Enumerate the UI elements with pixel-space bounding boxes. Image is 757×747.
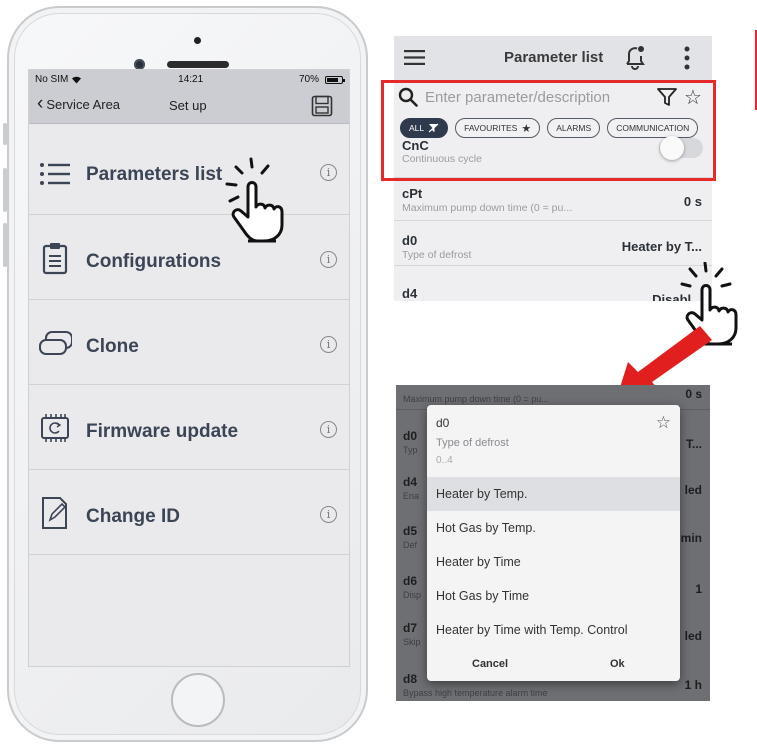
battery-icon	[324, 75, 345, 84]
list-icon	[40, 163, 70, 185]
background-code: d6	[403, 574, 418, 588]
edit-document-icon	[42, 497, 67, 529]
app-bar: Parameter list	[394, 36, 712, 80]
info-icon[interactable]: i	[320, 421, 337, 438]
proximity-sensor	[194, 37, 201, 44]
info-icon[interactable]: i	[320, 251, 337, 268]
background-code: d4	[403, 475, 418, 489]
parameter-value: 0 s	[683, 194, 702, 209]
more-options-icon[interactable]	[684, 46, 690, 70]
option-heater-by-time-with-temp-control[interactable]: Heater by Time with Temp. Control	[427, 613, 680, 647]
navigation-bar: ‹ Service Area Set up	[29, 89, 349, 124]
background-description: Bypass high temperature alarm time	[403, 688, 548, 698]
volume-up-button	[3, 168, 7, 212]
menu-label: Firmware update	[86, 421, 239, 442]
save-icon[interactable]	[311, 95, 333, 117]
dialog-parameter-range: 0..4	[436, 455, 453, 466]
menu-item-firmware-update[interactable]: Firmware update i	[29, 385, 349, 470]
option-heater-by-temp[interactable]: Heater by Temp.	[427, 477, 680, 511]
background-value: 0 s	[685, 387, 702, 401]
parameter-row-cpt[interactable]: cPt Maximum pump down time (0 = pu... 0 …	[394, 179, 712, 221]
ok-button[interactable]: Ok	[610, 658, 625, 670]
menu-item-change-id[interactable]: Change ID i	[29, 470, 349, 555]
background-description: Maximum pump down time (0 = pu...	[403, 394, 549, 404]
option-hot-gas-by-temp[interactable]: Hot Gas by Temp.	[427, 511, 680, 545]
chip-icon	[41, 414, 69, 442]
menu-label: Change ID	[86, 506, 180, 527]
hamburger-menu-icon[interactable]	[404, 50, 425, 65]
volume-down-button	[3, 223, 7, 267]
background-value: min	[680, 531, 702, 545]
info-icon[interactable]: i	[320, 336, 337, 353]
battery-percent: 70%	[298, 74, 319, 85]
background-value: 1	[695, 582, 702, 596]
status-bar: No SIM 14:21 70%	[29, 70, 349, 89]
option-heater-by-time[interactable]: Heater by Time	[427, 545, 680, 579]
dialog-parameter-code: d0	[436, 416, 450, 430]
menu-label: Configurations	[86, 251, 222, 272]
mute-switch	[3, 123, 7, 145]
carrier-label: No SIM	[35, 74, 69, 85]
menu-label: Parameters list	[86, 164, 223, 185]
parameter-value: Heater by T...	[621, 239, 702, 254]
page-title: Set up	[169, 98, 207, 113]
parameter-description: Maximum pump down time (0 = pu...	[402, 202, 573, 214]
parameter-description: Type of defrost	[402, 249, 472, 261]
background-code: d8	[403, 672, 418, 686]
info-icon[interactable]: i	[320, 164, 337, 181]
background-description: Typ	[403, 445, 418, 455]
background-value: 1 h	[684, 678, 702, 692]
background-code: d0	[403, 429, 418, 443]
parameter-code: d0	[402, 233, 418, 248]
background-code: d7	[403, 621, 418, 635]
cancel-button[interactable]: Cancel	[472, 658, 508, 670]
defrost-type-screen: Maximum pump down time (0 = pu... 0 s d0…	[396, 385, 710, 701]
parameter-row-d4[interactable]: d4 Disabl...	[394, 266, 712, 301]
clone-icon	[39, 331, 72, 355]
parameter-code: d4	[402, 286, 418, 301]
search-filter-highlight	[381, 80, 716, 181]
background-code: d5	[403, 524, 418, 538]
background-description: Disp	[403, 590, 422, 600]
app-bar-title: Parameter list	[504, 49, 604, 66]
wifi-icon	[72, 76, 82, 84]
tap-hand-icon	[225, 157, 284, 243]
earpiece-speaker	[167, 61, 229, 68]
background-value: led	[684, 629, 702, 643]
select-value-dialog: d0 Type of defrost 0..4 ☆ Heater by Temp…	[427, 405, 680, 681]
home-button[interactable]	[171, 673, 225, 727]
notification-bell-icon[interactable]	[624, 44, 646, 70]
menu-label: Clone	[86, 336, 139, 357]
clock: 14:21	[178, 74, 204, 85]
background-description: Skip	[403, 637, 421, 647]
back-label: Service Area	[46, 97, 121, 112]
menu-item-clone[interactable]: Clone i	[29, 300, 349, 385]
background-value: led	[684, 483, 702, 497]
chevron-left-icon: ‹	[37, 92, 44, 114]
dialog-parameter-description: Type of defrost	[436, 437, 509, 449]
background-description: Def	[403, 540, 418, 550]
back-button[interactable]: ‹ Service Area	[37, 92, 121, 114]
favourite-star-icon[interactable]: ☆	[656, 413, 671, 433]
option-hot-gas-by-time[interactable]: Hot Gas by Time	[427, 579, 680, 613]
dialog-actions: Cancel Ok	[427, 650, 680, 681]
parameter-code: cPt	[402, 186, 423, 201]
background-description: Ena	[403, 491, 420, 501]
clipboard-icon	[42, 243, 68, 275]
background-value: T...	[685, 437, 702, 451]
parameter-row-d0[interactable]: d0 Type of defrost Heater by T...	[394, 221, 712, 266]
info-icon[interactable]: i	[320, 506, 337, 523]
